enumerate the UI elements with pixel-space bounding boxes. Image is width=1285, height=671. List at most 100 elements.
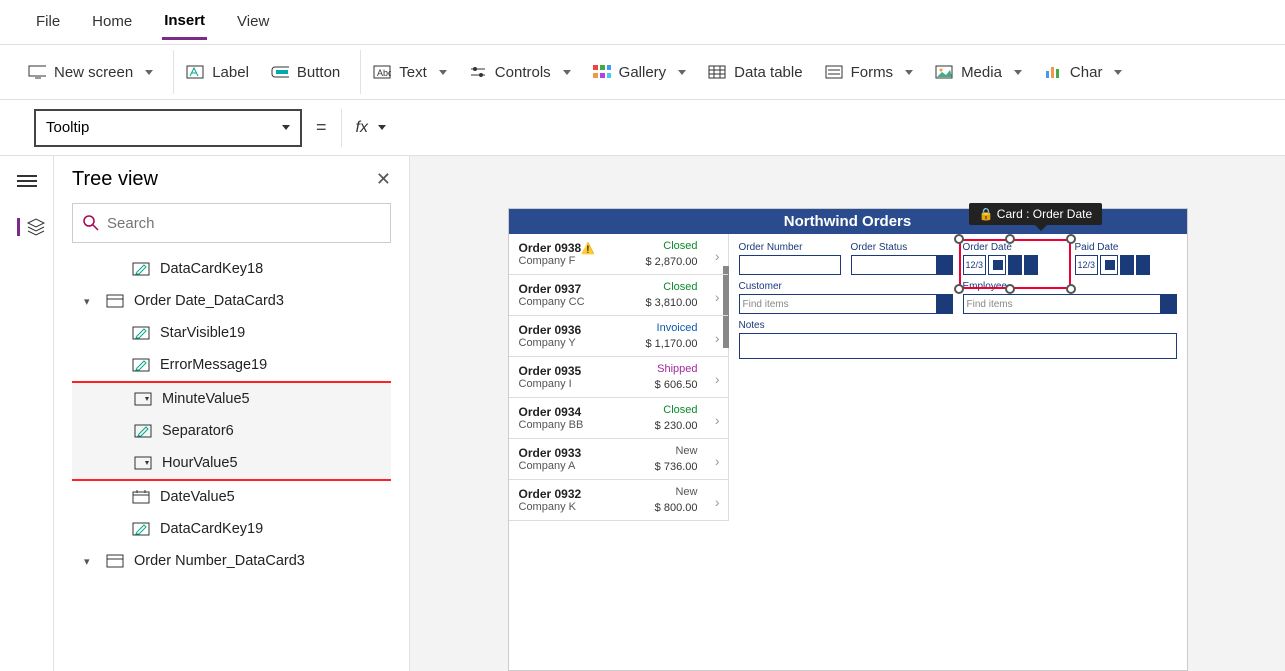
order-price: $ 606.50 bbox=[655, 379, 698, 391]
pencil-icon bbox=[132, 326, 150, 340]
order-price: $ 3,810.00 bbox=[646, 297, 698, 309]
ribbon-charts-label: Char bbox=[1070, 64, 1103, 81]
ribbon-label[interactable]: Label bbox=[186, 64, 249, 81]
notes-input[interactable] bbox=[739, 333, 1177, 359]
tree-item-label: DataCardKey18 bbox=[160, 261, 263, 277]
svg-text:Abc: Abc bbox=[377, 68, 391, 78]
close-icon[interactable]: ✕ bbox=[376, 169, 391, 190]
order-status: Closed bbox=[663, 281, 697, 293]
tree-item[interactable]: StarVisible19 bbox=[72, 317, 391, 349]
tree-item-label: Separator6 bbox=[162, 423, 234, 439]
paid-date-value[interactable]: 12/3 bbox=[1075, 255, 1099, 275]
order-number-label: Order Number bbox=[739, 242, 841, 253]
ribbon-separator bbox=[360, 50, 361, 94]
tree-item-label: MinuteValue5 bbox=[162, 391, 250, 407]
controls-icon bbox=[469, 64, 487, 80]
order-list-item[interactable]: Order 0934Company BBClosed$ 230.00› bbox=[509, 398, 728, 439]
tree-list[interactable]: DataCardKey18 Order Date_DataCard3 StarVis… bbox=[72, 253, 391, 577]
property-value: Tooltip bbox=[46, 119, 89, 136]
tree-item-label: Order Date_DataCard3 bbox=[134, 293, 284, 309]
ribbon-new-screen-label: New screen bbox=[54, 64, 133, 81]
ribbon-forms[interactable]: Forms bbox=[825, 64, 914, 81]
order-status-select[interactable] bbox=[851, 255, 953, 275]
media-icon bbox=[935, 64, 953, 80]
order-list-item[interactable]: Order 0933Company ANew$ 736.00› bbox=[509, 439, 728, 480]
menu-insert[interactable]: Insert bbox=[162, 4, 207, 40]
order-status: Closed bbox=[663, 240, 697, 252]
paid-date-hour[interactable] bbox=[1120, 255, 1134, 275]
ribbon-controls-label: Controls bbox=[495, 64, 551, 81]
order-status: Closed bbox=[663, 404, 697, 416]
ribbon-controls[interactable]: Controls bbox=[469, 64, 571, 81]
ribbon-new-screen[interactable]: New screen bbox=[28, 64, 153, 81]
selection-tooltip: 🔒 Card : Order Date bbox=[969, 203, 1103, 225]
tree-item[interactable]: Order Number_DataCard3 bbox=[72, 545, 391, 577]
formula-input[interactable]: fx bbox=[341, 109, 1251, 147]
ribbon-label-text: Label bbox=[212, 64, 249, 81]
card-icon bbox=[106, 554, 124, 568]
order-list-item[interactable]: Order 0936Company YInvoiced$ 1,170.00› bbox=[509, 316, 728, 357]
property-dropdown[interactable]: Tooltip bbox=[34, 109, 302, 147]
expand-icon[interactable] bbox=[84, 555, 96, 568]
order-status: New bbox=[675, 445, 697, 457]
tree-item[interactable]: DateValue5 bbox=[72, 481, 391, 513]
tree-item[interactable]: DataCardKey19 bbox=[72, 513, 391, 545]
tree-item[interactable]: MinuteValue5 bbox=[74, 383, 389, 415]
tree-item[interactable]: DataCardKey18 bbox=[72, 253, 391, 285]
tree-item[interactable]: Order Date_DataCard3 bbox=[72, 285, 391, 317]
ribbon-forms-label: Forms bbox=[851, 64, 894, 81]
ribbon-data-table[interactable]: Data table bbox=[708, 64, 802, 81]
chevron-right-icon: › bbox=[715, 412, 720, 428]
tree-item-label: ErrorMessage19 bbox=[160, 357, 267, 373]
hamburger-icon[interactable] bbox=[17, 172, 37, 190]
expand-icon[interactable] bbox=[84, 295, 96, 308]
tree-item-label: StarVisible19 bbox=[160, 325, 245, 341]
ribbon-text[interactable]: Abc Text bbox=[373, 64, 447, 81]
order-status-label: Order Status bbox=[851, 242, 953, 253]
equals-sign: = bbox=[316, 117, 327, 138]
formula-bar: Tooltip = fx bbox=[0, 100, 1285, 156]
dropdown-icon bbox=[134, 392, 152, 406]
screen-icon bbox=[28, 64, 46, 80]
menu-view[interactable]: View bbox=[235, 5, 271, 38]
notes-label: Notes bbox=[739, 320, 1177, 331]
chevron-down-icon bbox=[282, 125, 290, 130]
order-list-item[interactable]: Order 0932Company KNew$ 800.00› bbox=[509, 480, 728, 521]
order-list-item[interactable]: Order 0937Company CCClosed$ 3,810.00› bbox=[509, 275, 728, 316]
ribbon-button[interactable]: Button bbox=[271, 64, 340, 81]
order-list[interactable]: Order 0938⚠️Company FClosed$ 2,870.00› Or… bbox=[509, 234, 729, 521]
chevron-right-icon: › bbox=[715, 494, 720, 510]
menu-home[interactable]: Home bbox=[90, 5, 134, 38]
main-area: Tree view ✕ DataCardKey18Order Date_Data… bbox=[0, 156, 1285, 671]
order-price: $ 230.00 bbox=[655, 420, 698, 432]
ribbon-media[interactable]: Media bbox=[935, 64, 1022, 81]
calendar-icon bbox=[132, 490, 150, 504]
ribbon-gallery[interactable]: Gallery bbox=[593, 64, 687, 81]
order-status: New bbox=[675, 486, 697, 498]
pencil-icon bbox=[132, 262, 150, 276]
paid-date-minute[interactable] bbox=[1136, 255, 1150, 275]
tree-item[interactable]: ErrorMessage19 bbox=[72, 349, 391, 381]
order-list-item[interactable]: Order 0935Company IShipped$ 606.50› bbox=[509, 357, 728, 398]
pencil-icon bbox=[132, 358, 150, 372]
tree-view-panel: Tree view ✕ DataCardKey18Order Date_Data… bbox=[54, 156, 410, 671]
tree-item[interactable]: Separator6 bbox=[74, 415, 389, 447]
tree-item-label: Order Number_DataCard3 bbox=[134, 553, 305, 569]
order-list-item[interactable]: Order 0938⚠️Company FClosed$ 2,870.00› bbox=[509, 234, 728, 275]
menu-bar: File Home Insert View bbox=[0, 0, 1285, 44]
customer-select[interactable]: Find items bbox=[739, 294, 953, 314]
tree-view-icon[interactable] bbox=[17, 218, 37, 236]
ribbon-charts[interactable]: Char bbox=[1044, 64, 1123, 81]
customer-label: Customer bbox=[739, 281, 953, 292]
menu-file[interactable]: File bbox=[34, 5, 62, 38]
employee-select[interactable]: Find items bbox=[963, 294, 1177, 314]
tree-search[interactable] bbox=[72, 203, 391, 243]
fx-icon: fx bbox=[356, 119, 368, 137]
selection-handles[interactable] bbox=[959, 239, 1071, 289]
order-number-input[interactable] bbox=[739, 255, 841, 275]
tree-search-input[interactable] bbox=[107, 215, 380, 232]
warning-icon: ⚠️ bbox=[581, 243, 595, 255]
chevron-right-icon: › bbox=[715, 248, 720, 264]
tree-item[interactable]: HourValue5 bbox=[74, 447, 389, 479]
paid-date-picker[interactable] bbox=[1100, 255, 1118, 275]
